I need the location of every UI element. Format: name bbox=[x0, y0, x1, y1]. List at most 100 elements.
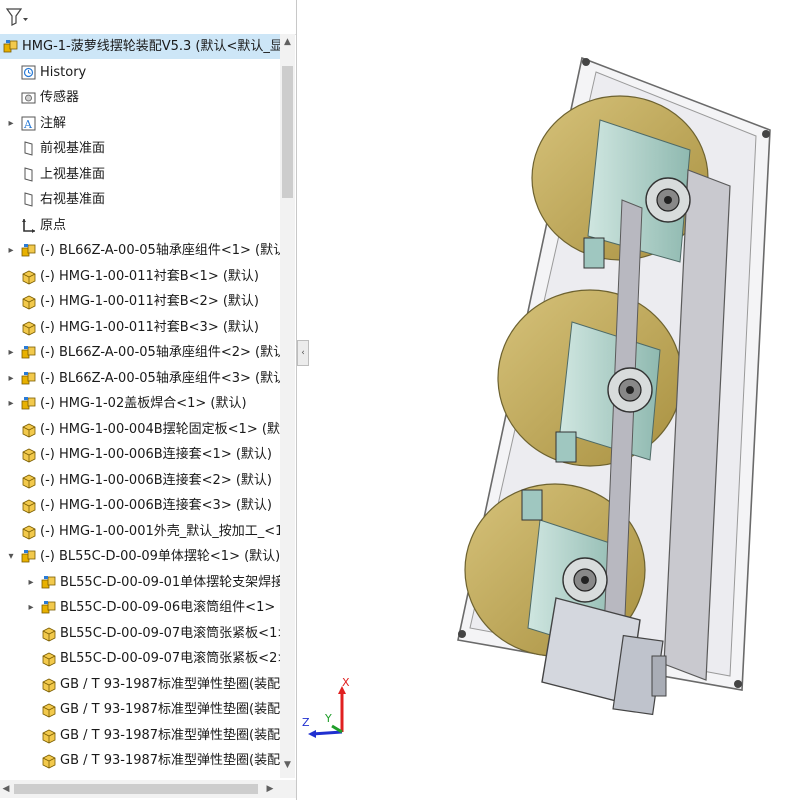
feature-tree: HMG-1-菠萝线摆轮装配V5.3 (默认<默认_显示 History 传感器 ▸ A 注… bbox=[0, 34, 280, 778]
bracket-2 bbox=[555, 431, 577, 463]
expand-arrow-icon[interactable]: ▸ bbox=[6, 238, 16, 263]
history-icon bbox=[20, 64, 37, 81]
tree-item-label: 注解 bbox=[40, 115, 67, 131]
annotation-icon: A bbox=[20, 115, 37, 132]
tree-item[interactable]: GB / T 93-1987标准型弹性垫圈(装配)4> bbox=[0, 672, 280, 697]
tree-item[interactable]: ▸ (-) HMG-1-02盖板焊合<1> (默认) bbox=[0, 391, 280, 416]
subassembly-icon bbox=[20, 548, 37, 565]
tree-item-label: History bbox=[40, 64, 87, 80]
axis-x-label: X bbox=[342, 676, 350, 689]
tree-item-label: (-) HMG-1-00-006B连接套<1> (默认) bbox=[40, 447, 272, 462]
tree-item[interactable]: ▸ (-) BL66Z-A-00-05轴承座组件<3> (默认) bbox=[0, 366, 280, 391]
part-icon bbox=[20, 472, 37, 489]
tree-item[interactable]: (-) HMG-1-00-006B连接套<3> (默认) bbox=[0, 493, 280, 518]
tree-item[interactable]: (-) HMG-1-00-011衬套B<1> (默认) bbox=[0, 264, 280, 289]
tree-item[interactable]: BL55C-D-00-09-07电滚筒张紧板<1> (默 bbox=[0, 621, 280, 646]
assembly-icon bbox=[2, 38, 19, 55]
part-icon bbox=[20, 497, 37, 514]
tree-item-label: BL55C-D-00-09-01单体摆轮支架焊接组 bbox=[60, 574, 280, 590]
bolt-1 bbox=[582, 58, 590, 66]
subassembly-icon bbox=[40, 599, 57, 616]
axis-z-label: Z bbox=[302, 716, 310, 729]
subassembly-icon bbox=[20, 395, 37, 412]
subassembly-icon bbox=[40, 574, 57, 591]
bolt-4 bbox=[734, 680, 742, 688]
part-icon bbox=[40, 727, 57, 744]
tree-item-label: (-) HMG-1-00-001外壳_默认_按加工_<1> bbox=[40, 523, 280, 539]
tree-item-label: (-) HMG-1-00-011衬套B<1> (默认) bbox=[40, 268, 259, 284]
tree-item[interactable]: (-) HMG-1-00-011衬套B<3> (默认) bbox=[0, 315, 280, 340]
tree-root-item[interactable]: HMG-1-菠萝线摆轮装配V5.3 (默认<默认_显示 bbox=[0, 34, 280, 59]
part-icon bbox=[40, 650, 57, 667]
plane-icon bbox=[20, 191, 37, 208]
tree-item[interactable]: GB / T 93-1987标准型弹性垫圈(装配)4> bbox=[0, 723, 280, 748]
tree-item[interactable]: 原点 bbox=[0, 213, 280, 238]
tree-item[interactable]: ▸ A 注解 bbox=[0, 111, 280, 136]
plane-icon bbox=[20, 140, 37, 157]
subassembly-icon bbox=[20, 242, 37, 259]
tree-item-label: 前视基准面 bbox=[40, 141, 106, 156]
tree-item-label: 原点 bbox=[40, 217, 67, 233]
tree-item-label: 上视基准面 bbox=[40, 166, 106, 182]
tree-item[interactable]: 传感器 bbox=[0, 85, 280, 110]
tree-item[interactable]: History bbox=[0, 60, 280, 85]
svg-text:A: A bbox=[23, 118, 33, 131]
tree-item[interactable]: ▸ BL55C-D-00-09-01单体摆轮支架焊接组 bbox=[0, 570, 280, 595]
tree-item-label: GB / T 93-1987标准型弹性垫圈(装配)4> bbox=[60, 727, 280, 743]
tree-item[interactable]: GB / T 93-1987标准型弹性垫圈(装配)4> bbox=[0, 748, 280, 773]
bearing-2 bbox=[607, 367, 653, 413]
expand-arrow-icon[interactable]: ▸ bbox=[26, 570, 36, 595]
bearing-3 bbox=[562, 557, 608, 603]
tree-item[interactable]: BL55C-D-00-09-07电滚筒张紧板<2> (默 bbox=[0, 646, 280, 671]
part-icon bbox=[20, 523, 37, 540]
part-icon bbox=[40, 676, 57, 693]
tree-item[interactable]: (-) HMG-1-00-011衬套B<2> (默认) bbox=[0, 289, 280, 314]
assembly-model[interactable] bbox=[457, 56, 771, 716]
collapse-arrow-icon[interactable]: ▾ bbox=[6, 544, 16, 569]
expand-arrow-icon[interactable]: ▸ bbox=[6, 111, 16, 136]
tree-item-label: (-) HMG-1-00-006B连接套<3> (默认) bbox=[40, 498, 272, 513]
scroll-down-button[interactable]: ▼ bbox=[280, 759, 295, 771]
subassembly-icon bbox=[20, 344, 37, 361]
motor-end bbox=[651, 655, 667, 697]
filter-button[interactable] bbox=[4, 6, 30, 28]
tree-item[interactable]: 上视基准面 bbox=[0, 162, 280, 187]
bolt-2 bbox=[762, 130, 770, 138]
axis-y-label: Y bbox=[324, 712, 332, 725]
tree-item-label: (-) BL66Z-A-00-05轴承座组件<2> (默认) bbox=[40, 345, 280, 360]
tree-item[interactable]: (-) HMG-1-00-004B摆轮固定板<1> (默认) bbox=[0, 417, 280, 442]
part-icon bbox=[20, 421, 37, 438]
tree-item[interactable]: 前视基准面 bbox=[0, 136, 280, 161]
origin-icon bbox=[20, 217, 37, 234]
subassembly-icon bbox=[20, 370, 37, 387]
tree-item[interactable]: ▸ (-) BL66Z-A-00-05轴承座组件<2> (默认) bbox=[0, 340, 280, 365]
tree-item-label: (-) HMG-1-02盖板焊合<1> (默认) bbox=[40, 396, 247, 411]
tree-item[interactable]: 右视基准面 bbox=[0, 187, 280, 212]
tree-item[interactable]: ▾ (-) BL55C-D-00-09单体摆轮<1> (默认) bbox=[0, 544, 280, 569]
scroll-right-button[interactable]: ▶ bbox=[264, 780, 276, 798]
scroll-up-button[interactable]: ▲ bbox=[280, 36, 295, 48]
tree-item-label: 右视基准面 bbox=[40, 192, 106, 207]
horizontal-scroll-thumb[interactable] bbox=[14, 784, 258, 794]
tree-item[interactable]: (-) HMG-1-00-001外壳_默认_按加工_<1> bbox=[0, 519, 280, 544]
tree-item[interactable]: (-) HMG-1-00-006B连接套<2> (默认) bbox=[0, 468, 280, 493]
expand-arrow-icon[interactable]: ▸ bbox=[6, 391, 16, 416]
expand-arrow-icon[interactable]: ▸ bbox=[6, 340, 16, 365]
tree-item[interactable]: ▸ (-) BL66Z-A-00-05轴承座组件<1> (默认) bbox=[0, 238, 280, 263]
tree-item-label: BL55C-D-00-09-07电滚筒张紧板<2> (默 bbox=[60, 651, 280, 666]
graphics-viewport[interactable] bbox=[308, 0, 800, 800]
tree-item-label: (-) BL66Z-A-00-05轴承座组件<1> (默认) bbox=[40, 243, 280, 258]
vertical-scroll-thumb[interactable] bbox=[282, 65, 293, 198]
expand-arrow-icon[interactable]: ▸ bbox=[6, 366, 16, 391]
tree-item-label: GB / T 93-1987标准型弹性垫圈(装配)4> bbox=[60, 702, 280, 717]
tree-item-label: 传感器 bbox=[40, 90, 80, 105]
scroll-left-button[interactable]: ◀ bbox=[0, 780, 12, 798]
vertical-scrollbar[interactable]: ▲ ▼ bbox=[280, 34, 295, 778]
tree-item[interactable]: GB / T 93-1987标准型弹性垫圈(装配)4> bbox=[0, 697, 280, 722]
tree-item[interactable]: ▸ BL55C-D-00-09-06电滚筒组件<1> (默认 bbox=[0, 595, 280, 620]
tree-item-label: BL55C-D-00-09-06电滚筒组件<1> (默认 bbox=[60, 600, 280, 615]
horizontal-scrollbar[interactable]: ◀ ▶ bbox=[0, 780, 296, 798]
expand-arrow-icon[interactable]: ▸ bbox=[26, 595, 36, 620]
filter-funnel-icon bbox=[5, 8, 28, 26]
tree-item[interactable]: (-) HMG-1-00-006B连接套<1> (默认) bbox=[0, 442, 280, 467]
